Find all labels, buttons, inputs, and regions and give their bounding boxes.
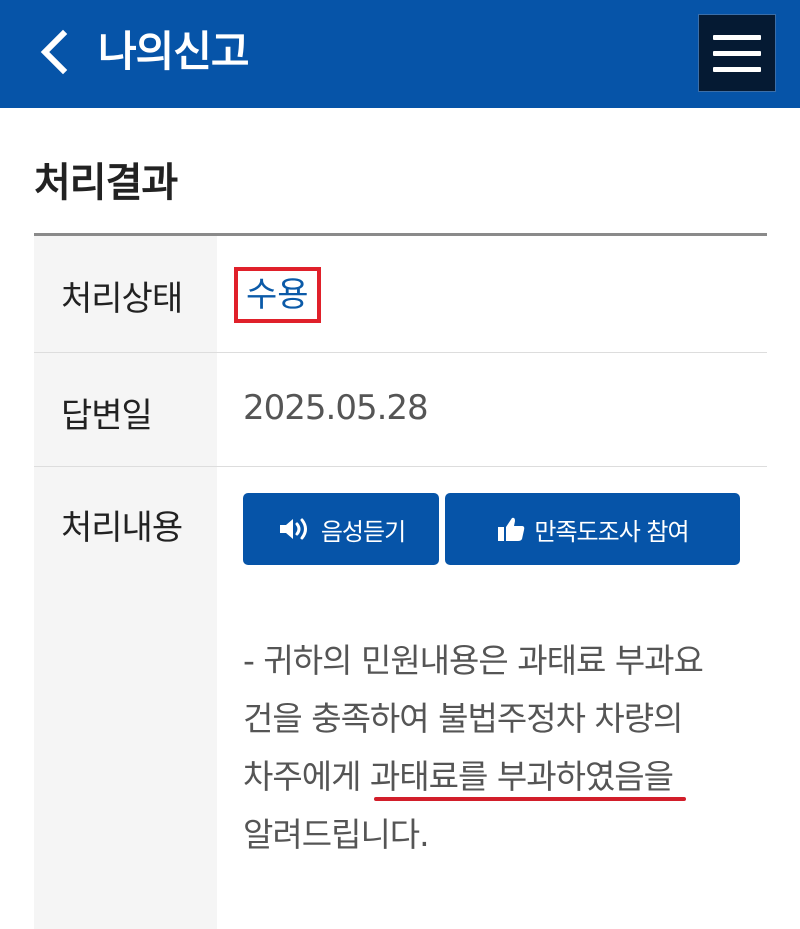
hamburger-menu-bar [713,50,761,56]
answer-line: - 귀하의 민원내용은 과태료 부과요 [243,641,704,680]
status-row: 처리상태 수용 [34,236,767,353]
back-button[interactable] [26,20,82,84]
date-header-cell: 답변일 [34,353,217,466]
section-title: 처리결과 [34,160,178,206]
content-header-cell: 처리내용 [34,467,217,929]
status-header-cell: 처리상태 [34,236,217,352]
listen-voice-button[interactable]: 음성듣기 [243,493,439,565]
thumbs-up-icon [498,517,525,541]
hamburger-menu-icon [713,34,761,40]
listen-voice-label: 음성듣기 [320,517,406,546]
status-label: 처리상태 [61,279,183,319]
menu-button[interactable] [698,14,776,92]
answer-line: 건을 충족하여 불법주정차 차량의 [243,699,684,738]
chevron-left-icon [40,29,68,75]
page-title: 나의신고 [98,27,250,76]
highlight-underline [374,797,686,801]
date-row: 답변일 2025.05.28 [34,353,767,467]
answer-content: - 귀하의 민원내용은 과태료 부과요 건을 충족하여 불법주정차 차량의 차주… [243,632,753,864]
top-app-bar: 나의신고 [0,0,800,108]
speaker-icon [279,518,307,540]
content-row: 처리내용 음성듣기 만족도조사 참여 - 귀하의 민원내용은 과태료 부과요 건… [34,467,767,929]
result-table: 처리상태 수용 답변일 2025.05.28 처리내용 음성듣기 만족도조사 참… [34,233,767,929]
content-label: 처리내용 [61,508,183,548]
satisfaction-survey-label: 만족도조사 참여 [534,517,689,546]
satisfaction-survey-button[interactable]: 만족도조사 참여 [445,493,740,565]
date-label: 답변일 [61,396,153,436]
hamburger-menu-bar [713,66,761,72]
answer-line: 알려드립니다. [243,815,430,854]
status-badge: 수용 [234,267,321,323]
answer-date: 2025.05.28 [243,388,429,428]
